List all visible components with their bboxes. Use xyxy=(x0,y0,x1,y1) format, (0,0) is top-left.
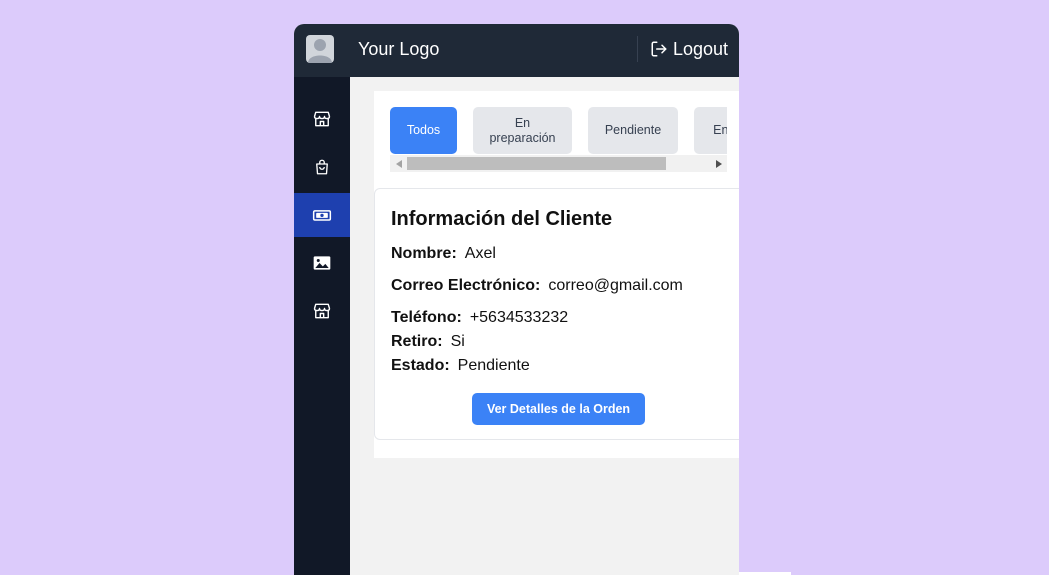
shopping-bag-icon xyxy=(316,159,328,175)
status-row: Estado: Pendiente xyxy=(391,357,530,375)
image-icon xyxy=(313,256,331,270)
tab-todos[interactable]: Todos xyxy=(390,107,457,154)
pickup-label: Retiro: xyxy=(391,333,443,350)
scroll-left-arrow[interactable] xyxy=(390,155,407,172)
avatar[interactable] xyxy=(306,35,334,63)
sidebar-item-store[interactable] xyxy=(294,97,350,141)
card-title: Información del Cliente xyxy=(391,208,613,230)
name-label: Nombre: xyxy=(391,245,457,262)
store-icon xyxy=(313,303,331,319)
filter-tabs: Todos En preparación Pendiente Entregado xyxy=(390,107,727,157)
cash-icon xyxy=(312,210,332,221)
main-content: Todos En preparación Pendiente Entregado… xyxy=(350,77,739,575)
user-silhouette-icon xyxy=(308,39,332,63)
name-value: Axel xyxy=(464,245,496,262)
tab-en-preparacion[interactable]: En preparación xyxy=(473,107,572,154)
email-label: Correo Electrónico: xyxy=(391,277,541,294)
customer-phone-row: Teléfono: +5634533232 xyxy=(391,309,568,327)
order-card: Información del Cliente Nombre: Axel Corr… xyxy=(374,188,739,440)
phone-label: Teléfono: xyxy=(391,309,462,326)
scrollbar-thumb[interactable] xyxy=(407,157,666,170)
customer-email-row: Correo Electrónico: correo@gmail.com xyxy=(391,277,683,295)
pickup-value: Si xyxy=(450,333,465,350)
triangle-left-icon xyxy=(395,159,402,168)
sidebar-item-gallery[interactable] xyxy=(294,241,350,285)
app-window: Your Logo Logout Todos En preparación Pe… xyxy=(294,24,739,575)
tab-entregado[interactable]: Entregado xyxy=(694,107,727,154)
tabs-scrollbar[interactable] xyxy=(390,155,727,172)
status-value: Pendiente xyxy=(457,357,530,374)
view-order-details-button[interactable]: Ver Detalles de la Orden xyxy=(472,393,645,425)
logout-icon xyxy=(651,41,667,57)
logout-button[interactable]: Logout xyxy=(650,37,728,61)
store-icon xyxy=(313,111,331,127)
sidebar-item-orders[interactable] xyxy=(294,145,350,189)
orders-panel: Todos En preparación Pendiente Entregado… xyxy=(374,91,739,458)
logo-text: Your Logo xyxy=(358,39,440,59)
phone-value: +5634533232 xyxy=(469,309,569,326)
email-value: correo@gmail.com xyxy=(548,277,683,294)
scroll-right-arrow[interactable] xyxy=(710,155,727,172)
sidebar-item-payments[interactable] xyxy=(294,193,350,237)
tab-pendiente[interactable]: Pendiente xyxy=(588,107,678,154)
status-label: Estado: xyxy=(391,357,450,374)
customer-name-row: Nombre: Axel xyxy=(391,245,496,263)
sidebar-item-store-2[interactable] xyxy=(294,289,350,333)
logout-label: Logout xyxy=(673,38,729,59)
top-bar: Your Logo Logout xyxy=(294,24,739,77)
triangle-right-icon xyxy=(715,159,722,168)
topbar-divider xyxy=(637,36,638,62)
pickup-row: Retiro: Si xyxy=(391,333,465,351)
sidebar xyxy=(294,77,350,575)
